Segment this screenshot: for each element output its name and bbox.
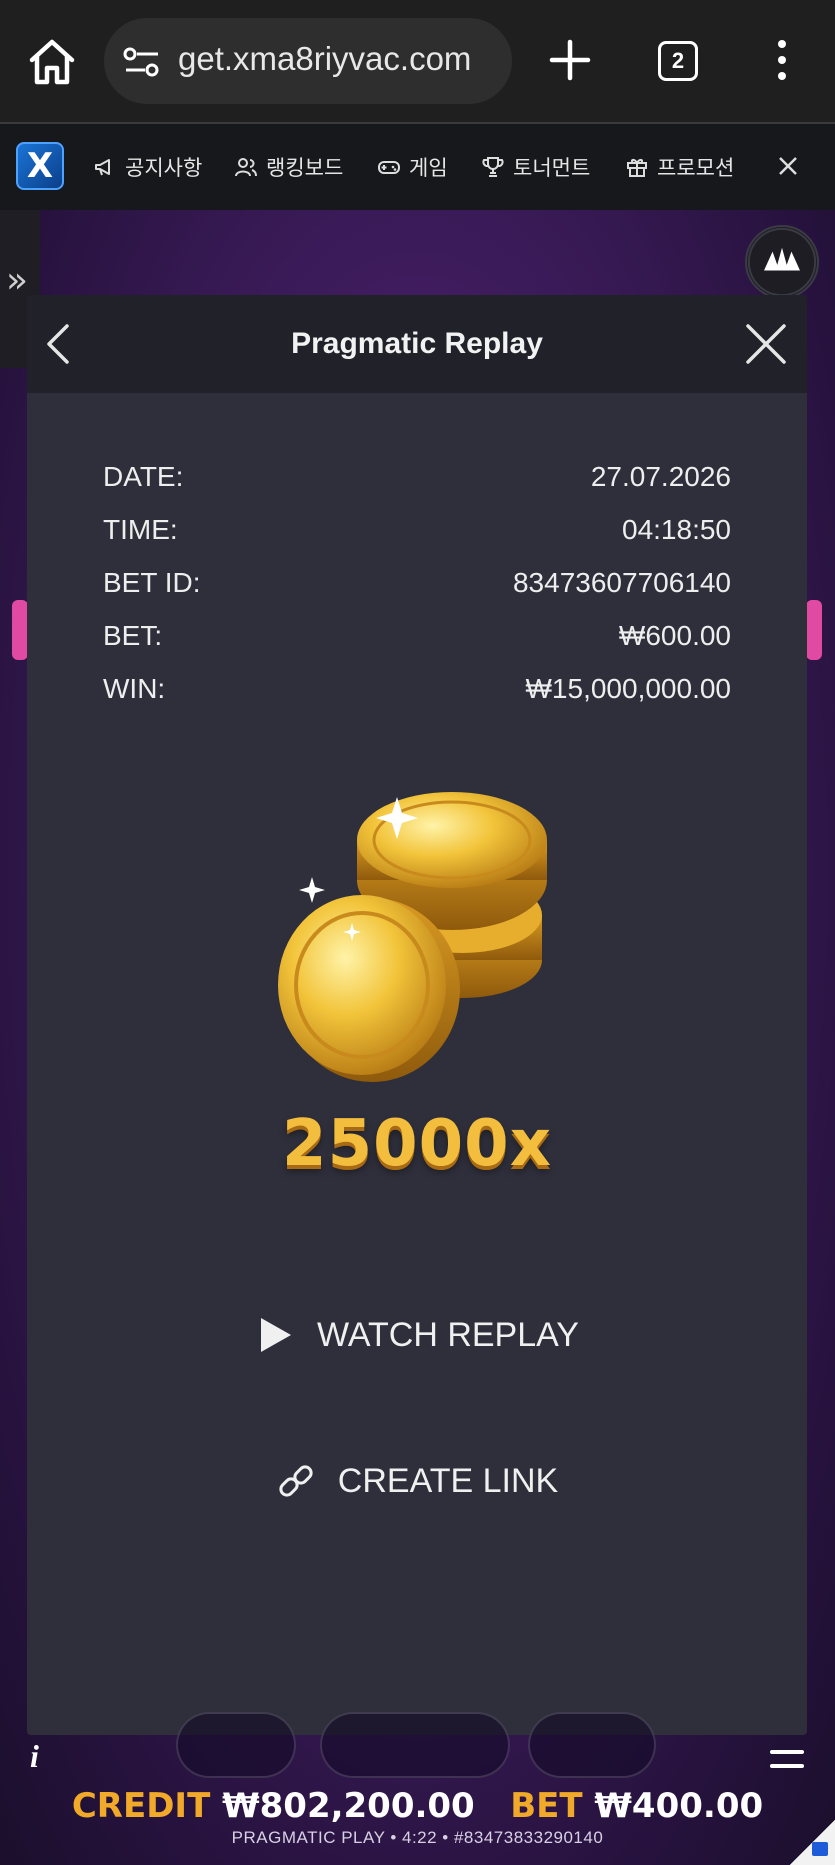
detail-value: ₩15,000,000.00 [525,673,732,704]
game-footer: PRAGMATIC PLAY • 4:22 • #83473833290140 [231,1828,604,1847]
site-nav: X 공지사항 랭킹보드 게임 토너먼트 프로모션 [0,124,835,210]
nav-item-label: 랭킹보드 [266,156,344,180]
detail-label: TIME: [103,514,178,545]
detail-row-win: WIN: ₩15,000,000.00 [103,673,731,713]
detail-label: WIN: [103,673,166,704]
detail-row-date: DATE: 27.07.2026 [103,461,731,501]
close-icon[interactable] [745,323,787,365]
link-icon [279,1465,313,1497]
pragmatic-logo-icon[interactable] [745,225,819,299]
nav-item-notice[interactable]: 공지사항 [93,152,202,182]
nav-item-label: 프로모션 [657,156,735,180]
speed-button[interactable] [320,1712,510,1778]
watch-replay-button[interactable]: WATCH REPLAY [27,1305,807,1365]
decoration [806,600,822,660]
create-link-label: CREATE LINK [337,1461,559,1500]
menu-icon[interactable] [770,1746,804,1772]
detail-row-time: TIME: 04:18:50 [103,514,731,554]
bet-label: BET [510,1786,583,1826]
gold-coins-icon [278,792,547,1082]
site-logo[interactable]: X [16,142,64,190]
play-icon [261,1318,292,1352]
site-settings-icon[interactable] [122,46,162,78]
replay-modal: Pragmatic Replay DATE: 27.07.2026 TIME: … [27,295,807,1735]
corner-badge[interactable] [790,1820,835,1865]
credit-label: CREDIT [71,1786,211,1826]
modal-title: Pragmatic Replay [291,327,543,360]
watch-replay-label: WATCH REPLAY [317,1315,579,1354]
detail-label: BET: [103,620,163,651]
credit-value: ₩802,200.00 [222,1786,475,1826]
trophy-icon [482,157,504,177]
detail-label: DATE: [103,461,184,492]
new-tab-icon[interactable] [548,38,592,82]
home-icon[interactable] [26,38,78,86]
users-icon [235,158,257,177]
bag-icon [812,1842,828,1856]
decoration [12,600,28,660]
nav-item-promotion[interactable]: 프로모션 [625,152,734,182]
nav-item-games[interactable]: 게임 [377,152,448,182]
detail-row-bet-id: BET ID: 83473607706140 [103,567,731,607]
detail-label: BET ID: [103,567,201,598]
detail-value: 83473607706140 [512,567,731,598]
win-multiplier: 25000x [282,1107,552,1181]
double-chevron-right-icon: » [6,260,29,301]
browser-toolbar: get.xma8riyvac.com 2 [0,0,835,122]
nav-item-ranking[interactable]: 랭킹보드 [234,152,343,182]
tab-switcher-button[interactable]: 2 [658,41,698,81]
nav-item-label: 토너먼트 [513,156,591,180]
modal-header: Pragmatic Replay [27,295,807,393]
autoplay-button[interactable] [176,1712,296,1778]
megaphone-icon [95,159,110,176]
create-link-button[interactable]: CREATE LINK [27,1451,807,1511]
detail-value: ₩600.00 [618,620,731,651]
bet-coins-button[interactable] [528,1712,656,1778]
nav-item-label: 공지사항 [125,156,203,180]
close-icon[interactable] [776,154,800,178]
bet-value: ₩400.00 [594,1786,764,1826]
detail-value: 27.07.2026 [590,461,731,492]
gift-icon [627,159,647,177]
gamepad-icon [378,161,400,174]
credit-bet-readout: CREDIT ₩802,200.00 BET ₩400.00 [0,1786,835,1826]
url-text: get.xma8riyvac.com [178,40,472,77]
address-bar[interactable]: get.xma8riyvac.com [104,18,512,104]
nav-item-tournament[interactable]: 토너먼트 [481,152,590,182]
info-button[interactable]: i [30,1738,39,1775]
detail-value: 04:18:50 [622,514,731,545]
detail-row-bet: BET: ₩600.00 [103,620,731,660]
nav-item-label: 게임 [409,156,448,180]
more-options-icon[interactable] [770,38,794,82]
